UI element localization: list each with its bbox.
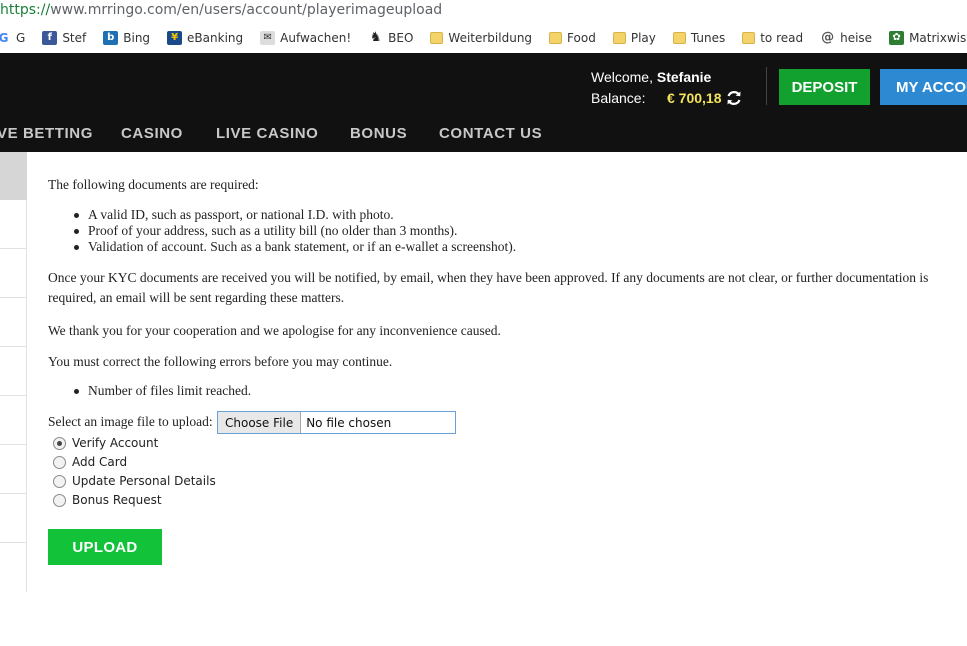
address-bar[interactable]: https://www.mrringo.com/en/users/account… — [0, 0, 967, 22]
required-doc-item: Validation of account. Such as a bank st… — [73, 239, 517, 254]
google-icon: G — [0, 31, 11, 45]
folder-icon — [672, 32, 686, 44]
required-intro: The following documents are required: — [48, 177, 259, 192]
url-text[interactable]: https://www.mrringo.com/en/users/account… — [0, 2, 442, 18]
upload-button[interactable]: UPLOAD — [48, 529, 162, 565]
sidebar-divider — [0, 493, 27, 494]
welcome-prefix: Welcome, — [591, 69, 657, 85]
reason-add-card[interactable]: Add Card — [53, 455, 127, 469]
facebook-icon: f — [42, 31, 58, 45]
bookmark-bing[interactable]: b Bing — [103, 31, 150, 45]
bookmarks-bar: G G f Stef b Bing ¥ eBanking ✉ Aufwachen… — [0, 25, 967, 51]
sidebar-divider — [0, 444, 27, 445]
bookmark-play[interactable]: Play — [612, 31, 656, 45]
radio-button[interactable] — [53, 474, 66, 488]
bookmark-stef[interactable]: f Stef — [42, 31, 86, 45]
kyc-note: Once your KYC documents are received you… — [48, 270, 929, 305]
required-doc-item: A valid ID, such as passport, or nationa… — [74, 207, 394, 222]
sidebar-divider — [0, 248, 27, 249]
folder-icon — [430, 32, 444, 44]
url-path: www.mrringo.com/en/users/account/playeri… — [50, 2, 443, 18]
refresh-icon[interactable] — [725, 89, 743, 107]
bookmark-label: Weiterbildung — [448, 31, 533, 45]
bookmark-label: heise — [840, 31, 873, 45]
header-divider — [766, 67, 767, 105]
my-account-button[interactable]: MY ACCOU — [880, 69, 967, 105]
radio-label: Verify Account — [72, 436, 159, 450]
beo-icon: ♞ — [368, 30, 384, 45]
nav-live-betting[interactable]: VE BETTING — [0, 125, 93, 142]
required-doc-item: Proof of your address, such as a utility… — [73, 223, 458, 238]
user-name: Stefanie — [656, 69, 712, 85]
error-intro: You must correct the following errors be… — [48, 354, 393, 369]
folder-icon — [612, 32, 626, 44]
choose-file-button[interactable]: Choose File — [218, 412, 302, 433]
bookmark-label: eBanking — [187, 31, 244, 45]
page-icon: ✉ — [260, 31, 276, 45]
sidebar-divider — [0, 395, 27, 396]
nav-contact-us[interactable]: CONTACT US — [439, 125, 542, 142]
bookmark-food[interactable]: Food — [549, 31, 596, 45]
sidebar-item-active[interactable] — [0, 152, 27, 200]
account-sidebar — [0, 152, 27, 592]
url-protocol: https:// — [0, 2, 51, 18]
balance-label: Balance: — [591, 90, 646, 106]
deposit-button[interactable]: DEPOSIT — [779, 69, 870, 105]
folder-icon — [742, 32, 756, 44]
thanks-note: We thank you for your cooperation and we… — [48, 323, 501, 338]
sidebar-divider — [0, 542, 27, 543]
matrix-icon: ✿ — [889, 31, 905, 45]
bookmark-label: Tunes — [690, 31, 726, 45]
bookmark-weiterbildung[interactable]: Weiterbildung — [430, 31, 532, 45]
nav-bonus[interactable]: BONUS — [350, 125, 407, 142]
radio-button[interactable] — [53, 436, 66, 450]
bookmark-matrixwissen[interactable]: ✿ Matrixwissen — [889, 31, 967, 45]
bookmark-label: Matrixwissen — [909, 31, 967, 45]
welcome-text: Welcome, Stefanie — [591, 69, 711, 85]
bookmark-label: BEO — [388, 31, 414, 45]
bookmark-heise[interactable]: @ heise — [820, 31, 872, 45]
sidebar-divider — [0, 297, 27, 298]
radio-button[interactable] — [53, 493, 66, 507]
site-header: Welcome, Stefanie Balance: € 700,18 DEPO… — [0, 53, 967, 152]
radio-label: Add Card — [72, 455, 128, 469]
bookmark-label: Bing — [123, 31, 151, 45]
bookmark-label: to read — [760, 31, 804, 45]
bookmark-label: Food — [567, 31, 596, 45]
balance-value: € 700,18 — [667, 90, 722, 106]
bookmark-aufwachen[interactable]: ✉ Aufwachen! — [260, 31, 351, 45]
bookmark-beo[interactable]: ♞ BEO — [368, 31, 413, 45]
bookmark-label: Play — [630, 31, 656, 45]
nav-live-casino[interactable]: LIVE CASINO — [216, 125, 318, 142]
radio-button[interactable] — [53, 455, 66, 469]
bookmark-tunes[interactable]: Tunes — [672, 31, 726, 45]
reason-update-personal-details[interactable]: Update Personal Details — [53, 474, 216, 488]
radio-label: Bonus Request — [72, 493, 162, 507]
bookmark-label: Aufwachen! — [280, 31, 352, 45]
bing-icon: b — [103, 31, 119, 45]
sidebar-divider — [0, 346, 27, 347]
radio-label: Update Personal Details — [72, 474, 216, 488]
nav-casino[interactable]: CASINO — [121, 125, 183, 142]
bookmark-google[interactable]: G G — [0, 31, 25, 45]
reason-verify-account[interactable]: Verify Account — [53, 436, 158, 450]
error-item: Number of files limit reached. — [73, 383, 252, 398]
bookmark-ebanking[interactable]: ¥ eBanking — [167, 31, 243, 45]
bookmark-label: G — [16, 31, 26, 45]
bookmark-label: Stef — [62, 31, 87, 45]
upload-label: Select an image file to upload: — [48, 414, 213, 429]
file-input[interactable]: Choose File No file chosen — [217, 411, 456, 434]
folder-icon — [549, 32, 563, 44]
reason-bonus-request[interactable]: Bonus Request — [53, 493, 162, 507]
heise-icon: @ — [820, 30, 836, 45]
bookmark-to-read[interactable]: to read — [742, 31, 803, 45]
file-status: No file chosen — [306, 415, 392, 430]
bank-icon: ¥ — [167, 31, 183, 45]
